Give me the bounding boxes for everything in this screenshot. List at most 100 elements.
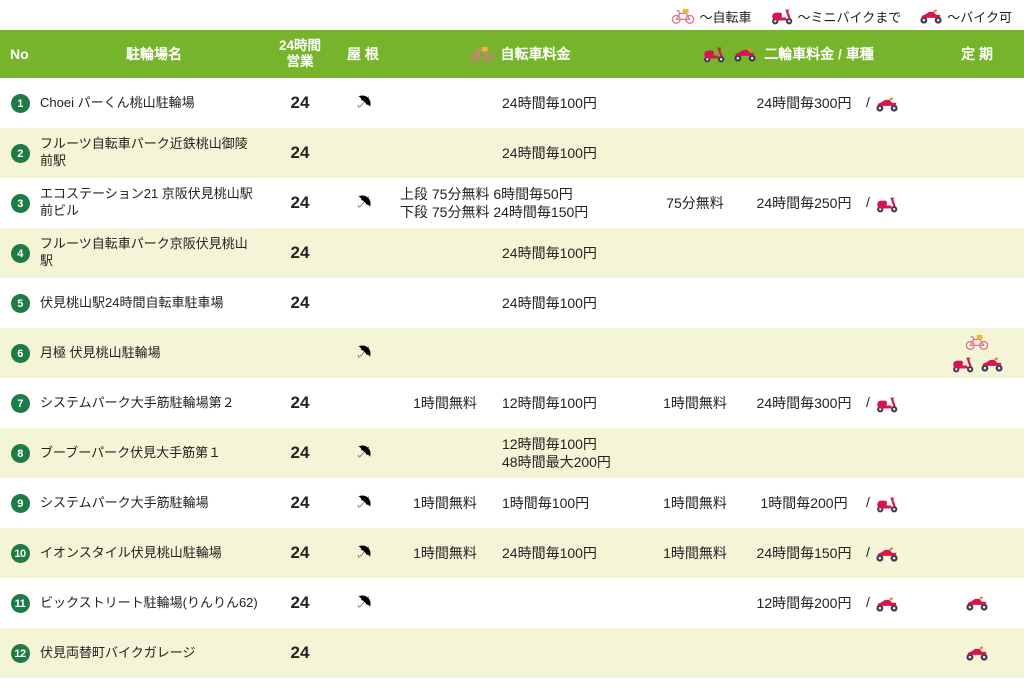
moto-type-cell [864,128,930,178]
bicycle-fee-line: 12時間毎100円 [502,435,597,452]
parking-table-body: 1 Choei パーくん桃山駐輪場 24 ☂ 24時間毎100円 24時間毎300円/ 2… [0,78,1024,678]
moto-free-cell [646,628,744,678]
parking-name-cell: 伏見両替町バイクガレージ [40,644,196,660]
row-number-cell: 2 [0,128,40,178]
bicycle-fee-line: 12時間毎100円 [502,394,597,411]
scooter-icon [875,495,899,513]
fee-type-slash: / [866,594,870,611]
moto-fee-cell: 24時間毎150円 [756,544,852,561]
parking-name-cell: システムパーク大手筋駐輪場 [40,494,209,510]
header-no: No [0,30,40,78]
roof-cell: ☂ [332,578,394,628]
row-number-badge: 10 [10,544,30,564]
table-row: 9 システムパーク大手筋駐輪場 24 ☂ 1時間無料 1時間毎100円 1時間無料 1時間毎2… [0,478,1024,528]
bicycle-fee-line: 上段 75分無料 6時間毎50円 [400,185,573,202]
bicycle-fee-cell: 1時間毎100円 [496,478,646,528]
fee-type-slash: / [866,544,870,561]
moto-fee-cell [744,428,864,478]
row-number-cell: 6 [0,328,40,378]
umbrella-icon: ☂ [348,538,378,568]
header-bicycle-fee-label: 自転車料金 [500,46,571,62]
header-open24-line2: 営業 [286,54,314,69]
legend-label-bicycle: ～自転車 [699,9,752,25]
row-number-badge: 9 [10,494,30,514]
bicycle-free-cell [394,328,496,378]
roof-cell [332,228,394,278]
bicycle-free-cell [394,128,496,178]
open24-cell: 24 [290,242,310,262]
moto-type-cell: / [864,178,930,228]
roof-cell: ☂ [332,428,394,478]
row-number-badge: 6 [10,344,30,364]
moto-type-cell [864,428,930,478]
bicycle-icon [965,333,989,351]
bicycle-fee-line: 24時間毎100円 [502,244,597,261]
bicycle-fee-line: 24時間毎100円 [502,94,597,111]
scooter-icon [770,7,794,25]
parking-name-cell: エコステーション21 京阪伏見桃山駅前ビル [40,186,253,218]
open24-cell: 24 [290,442,310,462]
teiki-cell [930,328,1024,378]
moto-type-cell: / [864,378,930,428]
bicycle-fee-line: 24時間毎100円 [502,544,597,561]
header-moto-fee-label: 二輪車料金 / 車種 [764,46,874,62]
parking-name-cell: 月極 伏見桃山駐輪場 [40,344,161,360]
moto-free-cell [646,128,744,178]
roof-cell [332,628,394,678]
moto-type-cell [864,328,930,378]
row-number-cell: 8 [0,428,40,478]
teiki-icon-line [930,331,1024,353]
legend-label-scooter: ～ミニバイクまで [797,9,902,25]
table-row: 7 システムパーク大手筋駐輪場第２ 24 1時間無料 12時間毎100円 1時間無料 24時… [0,378,1024,428]
roof-cell [332,278,394,328]
row-number-badge: 11 [10,594,30,614]
bicycle-free-cell: 1時間無料 [413,494,477,511]
roof-cell [332,378,394,428]
moto-fee-cell: 24時間毎300円 [756,94,852,111]
bicycle-icon [671,7,695,25]
motorcycle-icon [875,95,899,113]
table-row: 2 フルーツ自転車パーク近鉄桃山御陵前駅 24 24時間毎100円 [0,128,1024,178]
moto-free-cell: 1時間無料 [663,394,727,411]
bicycle-fee-line: 1時間毎100円 [502,494,590,511]
moto-type-cell: / [864,578,930,628]
bicycle-fee-cell [496,628,646,678]
open24-cell: 24 [290,642,310,662]
bicycle-fee-cell: 24時間毎100円 [496,228,646,278]
legend-item-scooter: ～ミニバイクまで [770,7,902,26]
motorcycle-icon [965,594,989,612]
row-number-cell: 10 [0,528,40,578]
moto-free-cell [646,578,744,628]
motorcycle-icon [733,45,757,63]
table-row: 1 Choei パーくん桃山駐輪場 24 ☂ 24時間毎100円 24時間毎300円 / [0,78,1024,128]
row-number-badge: 4 [10,244,30,264]
teiki-cell [930,278,1024,328]
teiki-cell [930,78,1024,128]
moto-fee-cell: 24時間毎250円 [756,194,852,211]
umbrella-icon: ☂ [348,88,378,118]
roof-cell: ☂ [332,528,394,578]
table-row: 3 エコステーション21 京阪伏見桃山駅前ビル 24 ☂ 上段 75分無料 6時間毎50… [0,178,1024,228]
bicycle-fee-cell: 上段 75分無料 6時間毎50円 下段 75分無料 24時間毎150円 [394,178,646,228]
row-number-badge: 12 [10,644,30,664]
bicycle-fee-cell: 12時間毎100円 [496,378,646,428]
row-number-badge: 1 [10,94,30,114]
header-open24-line1: 24時間 [278,38,322,54]
scooter-icon [702,45,726,63]
moto-fee-cell [744,278,864,328]
moto-free-cell [646,78,744,128]
bicycle-free-cell [394,228,496,278]
parking-name-cell: システムパーク大手筋駐輪場第２ [40,394,235,410]
moto-type-cell: / [864,78,930,128]
open24-cell: 24 [290,142,310,162]
row-number-cell: 3 [0,178,40,228]
table-row: 6 月極 伏見桃山駐輪場 ☂ [0,328,1024,378]
bicycle-free-cell [394,78,496,128]
legend-bar: ～自転車 ～ミニバイクまで ～バイク可 [0,0,1024,30]
bicycle-free-cell: 1時間無料 [413,394,477,411]
open24-cell: 24 [290,592,310,612]
table-row: 12 伏見両替町バイクガレージ 24 [0,628,1024,678]
parking-table: No 駐輪場名 24時間 営業 屋 根 自転車料金 二輪車料金 / 車種 定 期… [0,30,1024,678]
teiki-cell [930,428,1024,478]
header-parking-name: 駐輪場名 [40,30,268,78]
